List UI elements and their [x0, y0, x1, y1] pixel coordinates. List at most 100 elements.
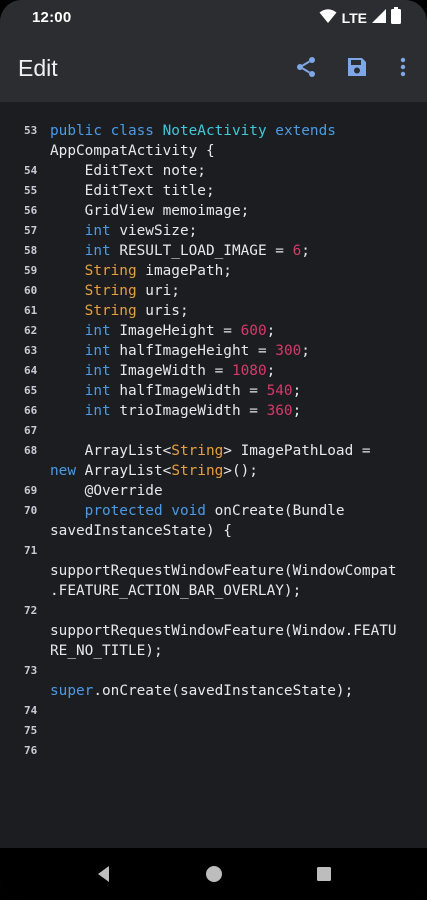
code-line[interactable]: 76 — [0, 741, 427, 761]
code-token: public class — [50, 123, 163, 139]
status-time: 12:00 — [32, 9, 72, 26]
app-bar: Edit — [0, 36, 427, 102]
code-token: ; — [266, 363, 276, 379]
code-token: ; — [292, 383, 302, 399]
code-line[interactable]: 64 int ImageWidth = 1080; — [0, 361, 427, 381]
code-token: > ImagePathLoad = — [223, 443, 371, 459]
cell-signal-icon — [372, 8, 386, 28]
code-text: String uris; — [50, 301, 420, 321]
line-number: 73 — [24, 664, 38, 677]
home-icon — [204, 866, 224, 888]
code-line[interactable]: 57 int viewSize; — [0, 221, 427, 241]
code-text: GridView memoimage; — [50, 201, 420, 221]
code-token: 1080 — [231, 363, 267, 379]
code-token: ; — [266, 323, 276, 339]
home-button[interactable] — [204, 864, 224, 884]
code-line[interactable]: 75 — [0, 721, 427, 741]
status-icons: LTE — [319, 7, 401, 29]
code-token: savedInstanceState) { — [50, 523, 232, 539]
code-text: supportRequestWindowFeature(Window.FEATU — [50, 621, 420, 641]
code-line[interactable]: 58 int RESULT_LOAD_IMAGE = 6; — [0, 241, 427, 261]
code-line[interactable]: 62 int ImageHeight = 600; — [0, 321, 427, 341]
line-number: 76 — [24, 744, 38, 757]
code-token: int — [84, 383, 111, 399]
code-token: GridView memoimage; — [50, 203, 250, 219]
code-line[interactable]: 56 GridView memoimage; — [0, 201, 427, 221]
line-number: 54 — [24, 164, 38, 177]
page-title: Edit — [18, 55, 58, 81]
code-line[interactable]: 67 — [0, 421, 427, 441]
line-number: 53 — [24, 124, 38, 137]
code-line[interactable]: 72 supportRequestWindowFeature(Window.FEA… — [0, 601, 427, 661]
code-token: halfImageHeight = — [110, 343, 276, 359]
code-editor[interactable]: 53 public class NoteActivity extends AppCo… — [0, 102, 427, 848]
code-line[interactable]: 71 supportRequestWindowFeature(WindowComp… — [0, 541, 427, 601]
more-vert-icon — [391, 55, 415, 84]
line-number: 64 — [24, 364, 38, 377]
code-text: String imagePath; — [50, 261, 420, 281]
more-options-button[interactable] — [389, 55, 417, 83]
code-token: viewSize; — [110, 223, 198, 239]
code-text: int halfImageWidth = 540; — [50, 381, 420, 401]
code-line[interactable]: 53 public class NoteActivity extends AppCo… — [0, 121, 427, 161]
line-number: 72 — [24, 604, 38, 617]
code-line[interactable]: 73 super.onCreate(savedInstanceState); — [0, 661, 427, 701]
code-line[interactable]: 74 — [0, 701, 427, 721]
code-text: new ArrayList<String>(); — [50, 461, 420, 481]
recents-icon — [314, 867, 334, 888]
code-text: AppCompatActivity { — [50, 141, 420, 161]
status-bar: 12:00 LTE — [0, 0, 427, 36]
code-text: @Override — [50, 481, 420, 501]
back-icon — [94, 866, 114, 888]
code-line[interactable]: 61 String uris; — [0, 301, 427, 321]
code-token: protected void — [84, 503, 206, 519]
line-number: 62 — [24, 324, 38, 337]
code-token: .onCreate(savedInstanceState); — [93, 683, 354, 699]
code-line[interactable]: 59 String imagePath; — [0, 261, 427, 281]
line-number: 65 — [24, 384, 38, 397]
code-text: int halfImageHeight = 300; — [50, 341, 420, 361]
line-number: 61 — [24, 304, 38, 317]
code-token: onCreate(Bundle — [205, 503, 345, 519]
code-line[interactable]: 66 int trioImageWidth = 360; — [0, 401, 427, 421]
code-token: 540 — [266, 383, 293, 399]
code-line[interactable]: 65 int halfImageWidth = 540; — [0, 381, 427, 401]
code-token: AppCompatActivity { — [50, 143, 215, 159]
code-token: NoteActivity — [162, 123, 276, 139]
navigation-bar — [0, 848, 427, 900]
code-text: protected void onCreate(Bundle — [50, 501, 420, 521]
code-token: ; — [301, 343, 310, 359]
code-token: halfImageWidth = — [110, 383, 267, 399]
save-button[interactable] — [343, 55, 371, 83]
share-button[interactable] — [292, 55, 320, 83]
code-token: imagePath; — [136, 263, 232, 279]
phone-screen: 12:00 LTE Edit 53 public class NoteActiv… — [0, 0, 427, 900]
code-line[interactable]: 69 @Override — [0, 481, 427, 501]
back-button[interactable] — [94, 864, 114, 884]
network-type: LTE — [341, 10, 367, 26]
code-text: int trioImageWidth = 360; — [50, 401, 420, 421]
wifi-icon — [319, 8, 337, 29]
code-line[interactable]: 54 EditText note; — [0, 161, 427, 181]
code-line[interactable]: 68 ArrayList<String> ImagePathLoad = new … — [0, 441, 427, 481]
code-token: 6 — [292, 243, 302, 259]
code-line[interactable]: 60 String uri; — [0, 281, 427, 301]
code-line[interactable]: 70 protected void onCreate(Bundle savedIn… — [0, 501, 427, 541]
line-number: 71 — [24, 544, 38, 557]
code-token: extends — [275, 123, 336, 139]
code-token: ; — [292, 403, 302, 419]
code-token: String — [171, 443, 224, 459]
code-token: uris; — [136, 303, 189, 319]
code-token: supportRequestWindowFeature(Window.FEATU — [50, 623, 397, 639]
code-token: 300 — [275, 343, 302, 359]
battery-icon — [391, 7, 401, 29]
code-line[interactable]: 55 EditText title; — [0, 181, 427, 201]
code-token: @Override — [50, 483, 163, 499]
recents-button[interactable] — [314, 864, 334, 884]
code-line[interactable]: 63 int halfImageHeight = 300; — [0, 341, 427, 361]
